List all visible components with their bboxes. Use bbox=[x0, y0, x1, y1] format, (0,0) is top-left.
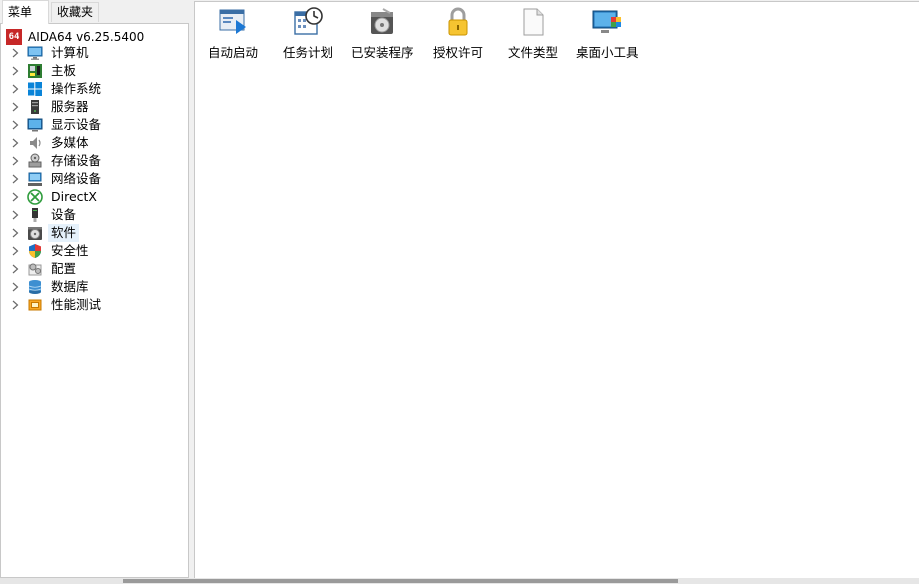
desktop-gadgets-item[interactable]: 桌面小工具 bbox=[576, 6, 639, 61]
chevron-right-icon[interactable] bbox=[10, 102, 20, 112]
tree-item-label: 设备 bbox=[51, 207, 77, 222]
installed-programs-item[interactable]: 已安装程序 bbox=[351, 6, 414, 61]
chevron-right-icon[interactable] bbox=[10, 174, 20, 184]
tree-list: 计算机 主板 操作系统 服务器 显示设备 多媒体 存储设备 网络设备 Direc… bbox=[1, 44, 188, 314]
scheduled-tasks-item[interactable]: 任务计划 bbox=[283, 6, 333, 61]
tree-item-label: 操作系统 bbox=[51, 81, 102, 96]
license-label: 授权许可 bbox=[433, 45, 484, 60]
chevron-right-icon[interactable] bbox=[10, 282, 20, 292]
database-icon bbox=[27, 279, 43, 295]
storage-icon bbox=[27, 153, 43, 169]
tree-root-label: AIDA64 v6.25.5400 bbox=[28, 30, 145, 44]
motherboard-icon bbox=[27, 63, 43, 79]
tree-item-label: 软件 bbox=[47, 224, 80, 242]
tree-item-network[interactable]: 网络设备 bbox=[1, 170, 188, 188]
tab-favorites[interactable]: 收藏夹 bbox=[51, 2, 99, 22]
tree-item-label: 服务器 bbox=[51, 99, 89, 114]
shield-icon bbox=[27, 243, 43, 259]
monitor-icon bbox=[27, 117, 43, 133]
chevron-right-icon[interactable] bbox=[10, 264, 20, 274]
license-lock-icon bbox=[442, 6, 474, 38]
windows-icon bbox=[27, 81, 43, 97]
desktop-gadgets-icon bbox=[591, 6, 623, 38]
chevron-right-icon[interactable] bbox=[10, 138, 20, 148]
software-icon-grid: 自动启动 任务计划 已安装程序 授权许可 文件类型 桌面小工具 bbox=[195, 2, 919, 72]
left-tab-strip: 菜单 收藏夹 bbox=[0, 0, 189, 24]
benchmark-icon bbox=[27, 297, 43, 313]
chevron-right-icon[interactable] bbox=[10, 246, 20, 256]
tree-item-software[interactable]: 软件 bbox=[1, 224, 188, 242]
installed-programs-icon bbox=[366, 6, 398, 38]
tree-item-display[interactable]: 显示设备 bbox=[1, 116, 188, 134]
chevron-right-icon[interactable] bbox=[10, 84, 20, 94]
speaker-icon bbox=[27, 135, 43, 151]
tree-item-label: 数据库 bbox=[51, 279, 89, 294]
tree-item-security[interactable]: 安全性 bbox=[1, 242, 188, 260]
chevron-right-icon[interactable] bbox=[10, 228, 20, 238]
chevron-right-icon[interactable] bbox=[10, 156, 20, 166]
tree-item-directx[interactable]: DirectX bbox=[1, 188, 188, 206]
device-icon bbox=[27, 207, 43, 223]
network-icon bbox=[27, 171, 43, 187]
tree-item-devices[interactable]: 设备 bbox=[1, 206, 188, 224]
scheduled-tasks-icon bbox=[292, 6, 324, 38]
tree-item-multimedia[interactable]: 多媒体 bbox=[1, 134, 188, 152]
scheduled-tasks-label: 任务计划 bbox=[283, 45, 334, 60]
license-item[interactable]: 授权许可 bbox=[433, 6, 483, 61]
content-panel: 自动启动 任务计划 已安装程序 授权许可 文件类型 桌面小工具 bbox=[194, 1, 919, 578]
chevron-right-icon[interactable] bbox=[10, 210, 20, 220]
computer-icon bbox=[27, 45, 43, 61]
server-icon bbox=[27, 99, 43, 115]
desktop-gadgets-label: 桌面小工具 bbox=[576, 45, 639, 60]
chevron-right-icon[interactable] bbox=[10, 120, 20, 130]
tree-item-label: 显示设备 bbox=[51, 117, 102, 132]
file-type-icon bbox=[517, 6, 549, 38]
chevron-right-icon[interactable] bbox=[10, 48, 20, 58]
tree-item-label: 主板 bbox=[51, 63, 77, 78]
file-types-item[interactable]: 文件类型 bbox=[508, 6, 558, 61]
xbox-icon bbox=[27, 189, 43, 205]
chevron-right-icon[interactable] bbox=[10, 66, 20, 76]
chevron-right-icon[interactable] bbox=[10, 192, 20, 202]
tree-item-benchmark[interactable]: 性能测试 bbox=[1, 296, 188, 314]
tree-item-label: 配置 bbox=[51, 261, 77, 276]
tree-item-label: 存储设备 bbox=[51, 153, 102, 168]
tree-item-motherboard[interactable]: 主板 bbox=[1, 62, 188, 80]
autostart-item[interactable]: 自动启动 bbox=[208, 6, 258, 61]
navigation-tree[interactable]: 64 AIDA64 v6.25.5400 计算机 主板 操作系统 服务器 显示设… bbox=[0, 23, 189, 578]
installed-programs-label: 已安装程序 bbox=[351, 45, 414, 60]
aida64-logo-icon: 64 bbox=[6, 29, 22, 45]
tree-item-label: 计算机 bbox=[51, 45, 89, 60]
tree-root[interactable]: 64 AIDA64 v6.25.5400 bbox=[6, 29, 144, 45]
autostart-label: 自动启动 bbox=[208, 45, 259, 60]
tree-item-os[interactable]: 操作系统 bbox=[1, 80, 188, 98]
status-bar bbox=[0, 578, 919, 584]
tree-item-label: 性能测试 bbox=[51, 297, 102, 312]
autostart-icon bbox=[217, 6, 249, 38]
software-icon bbox=[27, 225, 43, 241]
tab-menu[interactable]: 菜单 bbox=[2, 0, 49, 24]
file-types-label: 文件类型 bbox=[508, 45, 559, 60]
tree-item-storage[interactable]: 存储设备 bbox=[1, 152, 188, 170]
tree-item-server[interactable]: 服务器 bbox=[1, 98, 188, 116]
config-icon bbox=[27, 261, 43, 277]
tree-item-label: 安全性 bbox=[51, 243, 89, 258]
tree-item-label: 多媒体 bbox=[51, 135, 89, 150]
tree-item-computer[interactable]: 计算机 bbox=[1, 44, 188, 62]
status-bar-segment bbox=[123, 579, 678, 583]
tree-item-config[interactable]: 配置 bbox=[1, 260, 188, 278]
tree-item-database[interactable]: 数据库 bbox=[1, 278, 188, 296]
tree-item-label: DirectX bbox=[51, 189, 97, 204]
tree-item-label: 网络设备 bbox=[51, 171, 102, 186]
chevron-right-icon[interactable] bbox=[10, 300, 20, 310]
